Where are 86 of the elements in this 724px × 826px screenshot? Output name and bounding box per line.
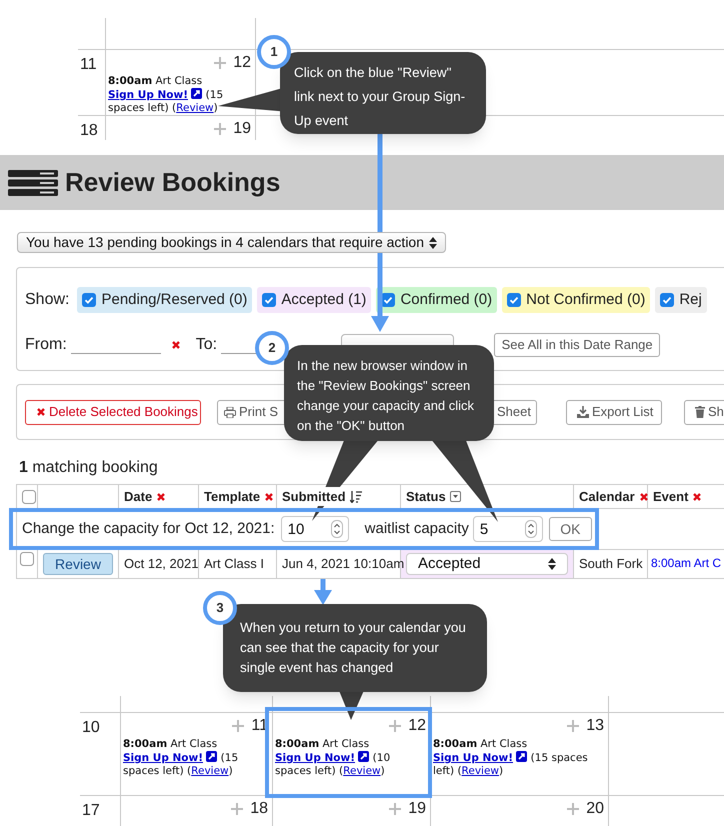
- dropdown-icon[interactable]: [450, 491, 461, 502]
- sign-up-link[interactable]: Sign Up Now!: [123, 752, 203, 764]
- column-header[interactable]: Submitted: [282, 486, 346, 506]
- column-header[interactable]: Calendar: [579, 486, 635, 506]
- clear-icon[interactable]: [170, 340, 181, 350]
- status-filter[interactable]: Rej: [655, 287, 707, 313]
- updown-caret-icon: [548, 558, 556, 570]
- checkbox[interactable]: [82, 293, 96, 307]
- printer-icon: [224, 406, 236, 418]
- from-label: From:: [25, 335, 67, 355]
- remove-column-icon[interactable]: [156, 492, 166, 502]
- day-number: 12: [233, 53, 251, 73]
- event-entry: 8:00am Art Class Sign Up Now! (15 spaces left) (Review): [433, 738, 589, 778]
- review-link[interactable]: Review: [191, 765, 229, 777]
- event-entry: 8:00am Art Class Sign Up Now! (10 spaces left) (Review): [275, 738, 392, 778]
- delete-button[interactable]: Delete Selected Bookings: [25, 400, 201, 424]
- day-number: 18: [250, 799, 268, 819]
- step-tooltip: When you return to your calendar you can see that the capacity for your single event has changed: [223, 604, 487, 692]
- trash-icon: [695, 406, 705, 418]
- event-entry: 8:00am Art Class Sign Up Now! (15 spaces left) (Review): [123, 738, 240, 778]
- event-entry: 8:00am Art Class Sign Up Now! (15 spaces left) (Review): [108, 75, 224, 115]
- table-cell: South Fork: [574, 550, 648, 579]
- delete-icon: [36, 407, 46, 417]
- updown-caret-icon: [429, 236, 437, 248]
- event-link[interactable]: 8:00am Art C: [648, 550, 724, 579]
- day-number: 11: [251, 716, 268, 736]
- step-number-badge: 1: [257, 35, 291, 69]
- table-cell: Jun 4, 2021 10:10am: [277, 550, 401, 579]
- pending-bookings-select[interactable]: You have 13 pending bookings in 4 calendars that require action: [17, 232, 446, 253]
- status-filter[interactable]: Accepted (1): [257, 287, 372, 313]
- download-icon: [577, 406, 589, 418]
- show-label: Show:: [25, 290, 70, 310]
- external-link-icon[interactable]: [206, 751, 218, 762]
- remove-column-icon[interactable]: [692, 492, 702, 502]
- status-filter[interactable]: Not Confirmed (0): [502, 287, 650, 313]
- spinner-icon[interactable]: [524, 520, 537, 538]
- down-arrow: [314, 578, 332, 605]
- see-all-button[interactable]: See All in this Date Range: [494, 333, 660, 357]
- step-tooltip: Click on the blue "Review" link next to your Group Sign-Up event: [280, 52, 486, 134]
- to-label: To:: [196, 335, 218, 355]
- table-cell: Oct 12, 2021: [119, 550, 199, 579]
- day-number: 10: [82, 719, 100, 736]
- column-header[interactable]: Status: [406, 486, 446, 506]
- day-number: 11: [80, 56, 97, 73]
- select-all-checkbox[interactable]: [22, 490, 36, 504]
- column-header[interactable]: Event: [653, 486, 688, 506]
- ok-button[interactable]: OK: [548, 517, 592, 541]
- checkbox[interactable]: [660, 293, 674, 307]
- stacked-bars-icon: [8, 170, 58, 196]
- capacity-label: Change the capacity for Oct 12, 2021:: [22, 518, 275, 539]
- row-checkbox[interactable]: [20, 552, 34, 566]
- result-count: 1 matching booking: [19, 458, 159, 478]
- sign-up-link[interactable]: Sign Up Now!: [275, 752, 355, 764]
- checkbox[interactable]: [507, 293, 522, 307]
- trash-button[interactable]: Sh: [684, 400, 724, 424]
- external-link-icon[interactable]: [191, 88, 202, 99]
- export-button[interactable]: Export List: [566, 400, 662, 424]
- sign-up-link[interactable]: Sign Up Now!: [108, 89, 188, 101]
- day-number: 13: [586, 716, 604, 736]
- step-number-badge: 2: [255, 331, 289, 365]
- day-number: 19: [408, 799, 426, 819]
- day-number: 19: [233, 119, 251, 139]
- review-button[interactable]: Review: [43, 553, 113, 575]
- external-link-icon[interactable]: [358, 751, 370, 762]
- checkbox[interactable]: [262, 293, 276, 307]
- day-number: 20: [586, 799, 604, 819]
- waitlist-label: waitlist capacity: [364, 518, 469, 539]
- status-filter[interactable]: Pending/Reserved (0): [77, 287, 252, 313]
- column-header[interactable]: Template: [204, 486, 260, 506]
- spinner-icon[interactable]: [330, 520, 343, 538]
- review-link[interactable]: Review: [176, 102, 214, 114]
- step-number-badge: 3: [203, 591, 237, 625]
- day-number: 12: [408, 716, 426, 736]
- day-number: 18: [80, 122, 98, 139]
- review-link[interactable]: Review: [462, 765, 500, 777]
- external-link-icon[interactable]: [516, 751, 528, 762]
- day-number: 17: [82, 802, 100, 819]
- page-title: Review Bookings: [65, 166, 280, 199]
- column-header[interactable]: Date: [124, 486, 152, 506]
- review-link[interactable]: Review: [343, 765, 381, 777]
- status-select[interactable]: Accepted: [406, 553, 568, 575]
- remove-column-icon[interactable]: [264, 492, 274, 502]
- sign-up-link[interactable]: Sign Up Now!: [433, 752, 513, 764]
- status-filter[interactable]: Confirmed (0): [376, 287, 498, 313]
- remove-column-icon[interactable]: [638, 492, 649, 502]
- sort-icon[interactable]: [350, 490, 362, 502]
